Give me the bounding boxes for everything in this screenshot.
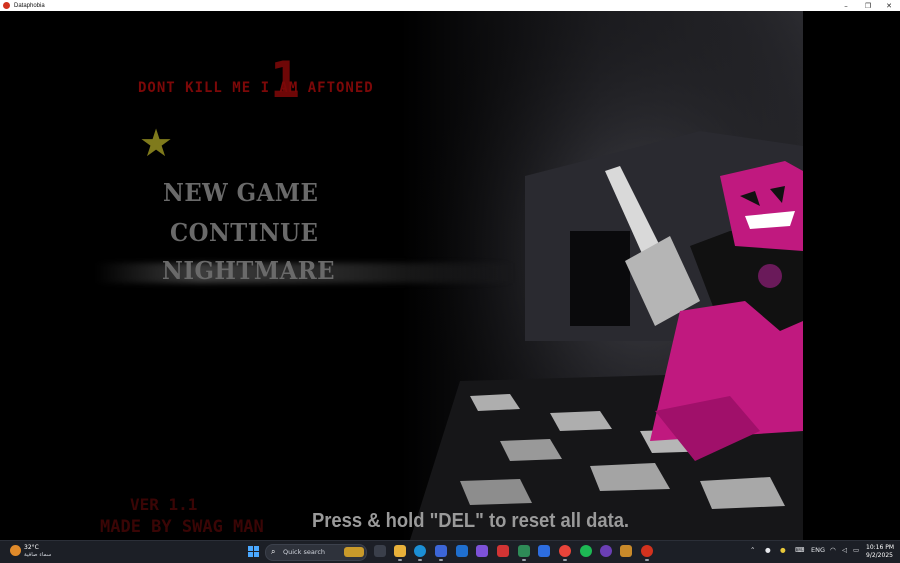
clock-time[interactable]: 10:16 PM (866, 544, 894, 551)
xbox-icon[interactable] (518, 545, 530, 557)
weather-desc: سماء صافية (24, 552, 52, 558)
copilot-icon[interactable] (476, 545, 488, 557)
wifi-icon[interactable]: ◠ (830, 546, 836, 554)
discord-icon[interactable] (600, 545, 612, 557)
visual-studio-icon[interactable] (538, 545, 550, 557)
weather-temp: 32°C (24, 544, 39, 551)
battery-icon[interactable]: ▭ (853, 546, 859, 554)
star-icon: ★ (139, 121, 174, 165)
close-button[interactable]: ✕ (878, 0, 900, 11)
minimize-button[interactable]: – (835, 0, 857, 11)
game-title: DONT KILL ME I AM AFTONED (138, 80, 374, 96)
file-explorer-running-indicator (398, 559, 402, 561)
restore-button[interactable]: ❐ (857, 0, 879, 11)
chevron-up-icon[interactable]: ⌃ (750, 546, 755, 554)
taskbar: 32°C سماء صافية ⌕ Quick search ⌃ ● ● ⌨ E… (0, 540, 900, 563)
store-running-indicator (439, 559, 443, 561)
outlook-icon[interactable] (456, 545, 468, 557)
edge-running-indicator (418, 559, 422, 561)
game-stage[interactable]: 1 DONT KILL ME I AM AFTONED ★ NEW GAME C… (0, 11, 900, 540)
start-button[interactable] (248, 546, 259, 557)
search-icon: ⌕ (271, 547, 276, 556)
spotify-icon[interactable] (580, 545, 592, 557)
edge-icon[interactable] (414, 545, 426, 557)
file-explorer-icon[interactable] (394, 545, 406, 557)
reset-hint: Press & hold "DEL" to reset all data. (312, 510, 630, 532)
search-highlight-icon (344, 547, 364, 557)
game-launcher-icon[interactable] (620, 545, 632, 557)
app-icon (3, 2, 10, 9)
tray-notify-icon[interactable]: ● (780, 546, 786, 554)
chrome-running-indicator (563, 559, 567, 561)
language-indicator[interactable]: ENG (811, 546, 825, 554)
weather-icon[interactable] (10, 545, 21, 556)
taskbar-search[interactable]: ⌕ Quick search (265, 544, 367, 561)
keyboard-icon[interactable]: ⌨ (795, 546, 804, 554)
menu-new-game[interactable]: NEW GAME (163, 178, 318, 207)
office-icon[interactable] (497, 545, 509, 557)
xbox-running-indicator (522, 559, 526, 561)
menu-nightmare[interactable]: NIGHTMARE (162, 256, 335, 285)
credit-label: MADE BY SWAG MAN (100, 517, 264, 537)
tray-app-icon[interactable]: ● (765, 546, 771, 554)
clock-date[interactable]: 9/2/2025 (866, 552, 893, 559)
window-title: Dataphobia (14, 2, 45, 9)
volume-icon[interactable]: ◁ (842, 546, 847, 554)
version-label: VER 1.1 (130, 495, 198, 514)
dataphobia-taskbar-icon[interactable] (641, 545, 653, 557)
dataphobia-running-indicator (645, 559, 649, 561)
search-placeholder: Quick search (283, 548, 326, 556)
task-view-icon[interactable] (374, 545, 386, 557)
chrome-icon[interactable] (559, 545, 571, 557)
store-icon[interactable] (435, 545, 447, 557)
menu-continue[interactable]: CONTINUE (170, 218, 318, 247)
